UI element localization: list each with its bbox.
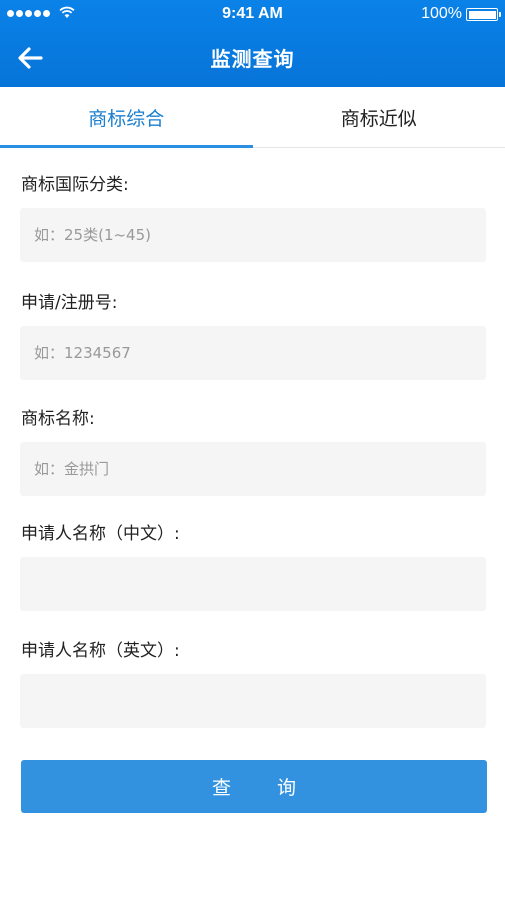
search-button[interactable]: 查 询 — [21, 760, 487, 813]
reg-number-label: 申请/注册号: — [21, 293, 118, 313]
status-bar: 9:41 AM 100% — [0, 0, 505, 28]
applicant-en-label: 申请人名称（英文）: — [21, 641, 180, 661]
tab-trademark-similar[interactable]: 商标近似 — [253, 87, 505, 147]
app-screen: 9:41 AM 100% 监测查询 商标综合 商标近似 商标国际分类: 申请/注… — [0, 0, 505, 900]
header: 9:41 AM 100% 监测查询 — [0, 0, 505, 87]
trademark-name-input[interactable] — [20, 442, 486, 496]
applicant-en-input[interactable] — [20, 674, 486, 728]
battery-icon — [466, 8, 501, 21]
applicant-cn-input[interactable] — [20, 557, 486, 611]
page-title: 监测查询 — [210, 47, 295, 71]
battery-percentage: 100% — [421, 5, 462, 22]
nav-bar: 监测查询 — [0, 28, 505, 87]
class-input[interactable] — [20, 208, 486, 262]
trademark-name-label: 商标名称: — [21, 409, 95, 429]
tab-trademark-comprehensive[interactable]: 商标综合 — [0, 87, 253, 148]
reg-number-input[interactable] — [20, 326, 486, 380]
class-label: 商标国际分类: — [21, 175, 129, 195]
applicant-cn-label: 申请人名称（中文）: — [21, 524, 180, 544]
tab-bar: 商标综合 商标近似 — [0, 87, 505, 148]
